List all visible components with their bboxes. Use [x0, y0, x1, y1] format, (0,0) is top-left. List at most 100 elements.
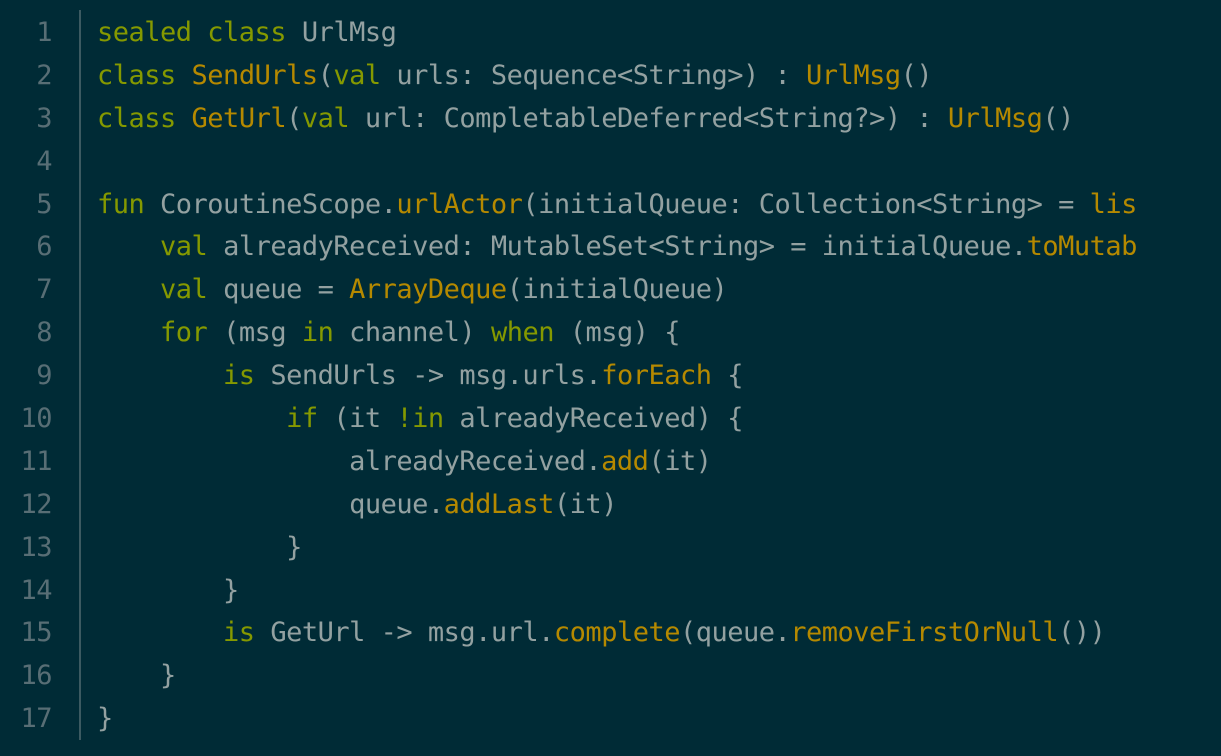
function-token: SendUrls — [191, 59, 319, 91]
function-token: forEach — [601, 360, 712, 392]
identifier-token: { — [711, 360, 743, 392]
line-number: 11 — [20, 445, 52, 477]
code-line[interactable]: } — [97, 655, 1221, 698]
line-number: 9 — [36, 360, 52, 392]
identifier-token: queue = — [207, 274, 350, 306]
code-line[interactable]: is GetUrl -> msg.url.complete(queue.remo… — [97, 612, 1221, 655]
code-line[interactable]: val alreadyReceived: MutableSet<String> … — [97, 226, 1221, 269]
identifier-token: ( — [317, 59, 334, 91]
identifier-token: alreadyReceived. — [97, 445, 602, 477]
identifier-token: (initialQueue: Collection<String> = — [522, 188, 1090, 220]
line-number: 15 — [20, 617, 52, 649]
identifier-token — [97, 360, 223, 391]
identifier-token — [176, 103, 192, 134]
code-line[interactable]: if (it !in alreadyReceived) { — [97, 398, 1221, 441]
function-token: complete — [553, 617, 681, 649]
keyword-token: for — [160, 317, 208, 349]
gutter-divider — [79, 10, 81, 740]
code-line[interactable]: } — [97, 698, 1221, 741]
keyword-token: when — [490, 317, 555, 349]
identifier-token — [97, 274, 160, 305]
code-line[interactable]: class GetUrl(val url: CompletableDeferre… — [97, 98, 1221, 141]
function-token: UrlMsg — [947, 102, 1043, 134]
function-token: GetUrl — [191, 102, 287, 134]
identifier-token: channel) — [333, 317, 491, 349]
identifier-token — [176, 60, 192, 91]
code-line[interactable]: queue.addLast(it) — [97, 484, 1221, 527]
line-number: 10 — [20, 403, 52, 435]
code-line[interactable]: for (msg in channel) when (msg) { — [97, 312, 1221, 355]
line-number: 3 — [36, 102, 52, 134]
line-number: 13 — [20, 531, 52, 563]
keyword-token: is — [223, 617, 255, 649]
identifier-token: UrlMsg — [286, 17, 397, 48]
identifier-token: (it — [317, 403, 397, 435]
code-line[interactable]: class SendUrls(val urls: Sequence<String… — [97, 55, 1221, 98]
keyword-token: !in — [396, 403, 444, 435]
identifier-token: (it) — [648, 445, 712, 477]
code-line[interactable]: val queue = ArrayDeque(initialQueue) — [97, 269, 1221, 312]
identifier-token: (queue. — [679, 617, 791, 649]
line-number: 16 — [20, 660, 52, 692]
keyword-token: fun — [97, 188, 145, 220]
line-number: 7 — [36, 274, 52, 306]
identifier-token: } — [97, 703, 113, 735]
function-token: toMutab — [1026, 231, 1138, 263]
function-token: add — [601, 445, 649, 477]
identifier-token: url: CompletableDeferred<String?>) : — [349, 102, 948, 134]
code-line[interactable]: alreadyReceived.add(it) — [97, 441, 1221, 484]
identifier-token: GetUrl -> msg.url. — [254, 617, 554, 649]
function-token: ArrayDeque — [349, 274, 507, 306]
keyword-token: in — [301, 317, 334, 349]
line-number: 6 — [36, 231, 52, 263]
line-number: 5 — [36, 188, 52, 220]
keyword-token: sealed class — [97, 17, 287, 48]
function-token: removeFirstOrNull — [790, 617, 1059, 649]
code-line[interactable]: fun CoroutineScope.urlActor(initialQueue… — [97, 184, 1221, 227]
keyword-token: val — [333, 59, 381, 91]
identifier-token: (it) — [553, 488, 618, 520]
identifier-token: alreadyReceived: MutableSet<String> = in… — [207, 231, 1027, 263]
identifier-token: } — [97, 531, 302, 563]
identifier-token: (initialQueue) — [506, 274, 728, 306]
keyword-token: is — [223, 360, 255, 392]
identifier-token: SendUrls -> msg.urls. — [254, 360, 602, 392]
code-line[interactable]: } — [97, 527, 1221, 570]
identifier-token: (msg) { — [553, 317, 681, 349]
identifier-token: } — [97, 660, 176, 692]
line-number: 4 — [36, 145, 52, 177]
code-line[interactable] — [97, 141, 1221, 184]
keyword-token: val — [160, 231, 208, 263]
code-line[interactable]: sealed class UrlMsg — [97, 12, 1221, 55]
line-number: 8 — [36, 317, 52, 349]
code-line[interactable]: is SendUrls -> msg.urls.forEach { — [97, 355, 1221, 398]
keyword-token: val — [301, 102, 350, 134]
keyword-token: class — [97, 59, 176, 91]
line-number: 2 — [36, 59, 52, 91]
code-line[interactable]: } — [97, 570, 1221, 613]
function-token: urlActor — [396, 188, 523, 220]
identifier-token — [97, 317, 160, 348]
identifier-token: () — [1042, 102, 1074, 134]
line-number: 17 — [20, 703, 52, 735]
line-number: 12 — [20, 488, 52, 520]
identifier-token: queue. — [97, 488, 444, 520]
keyword-token: val — [160, 274, 208, 306]
identifier-token: CoroutineScope. — [144, 188, 397, 220]
line-number: 14 — [20, 574, 52, 606]
line-number: 1 — [36, 17, 52, 48]
identifier-token: urls: Sequence<String>) : — [380, 59, 807, 91]
identifier-token: () — [900, 59, 933, 91]
keyword-token: if — [286, 403, 318, 435]
code-area[interactable]: sealed class UrlMsg class SendUrls(val ur… — [97, 12, 1221, 741]
function-token: lis — [1089, 188, 1138, 220]
identifier-token — [97, 617, 223, 648]
function-token: UrlMsg — [806, 59, 901, 91]
function-token: addLast — [443, 488, 555, 520]
identifier-token — [97, 231, 160, 262]
line-number-gutter: 1 2 3 4 5 6 7 8 9 10 11 12 13 14 15 16 17 — [0, 12, 52, 741]
code-editor[interactable]: 1 2 3 4 5 6 7 8 9 10 11 12 13 14 15 16 17 sealed class U… — [0, 0, 1221, 756]
keyword-token: class — [97, 102, 176, 134]
identifier-token: ()) — [1058, 617, 1106, 649]
identifier-token: (msg — [207, 317, 302, 349]
